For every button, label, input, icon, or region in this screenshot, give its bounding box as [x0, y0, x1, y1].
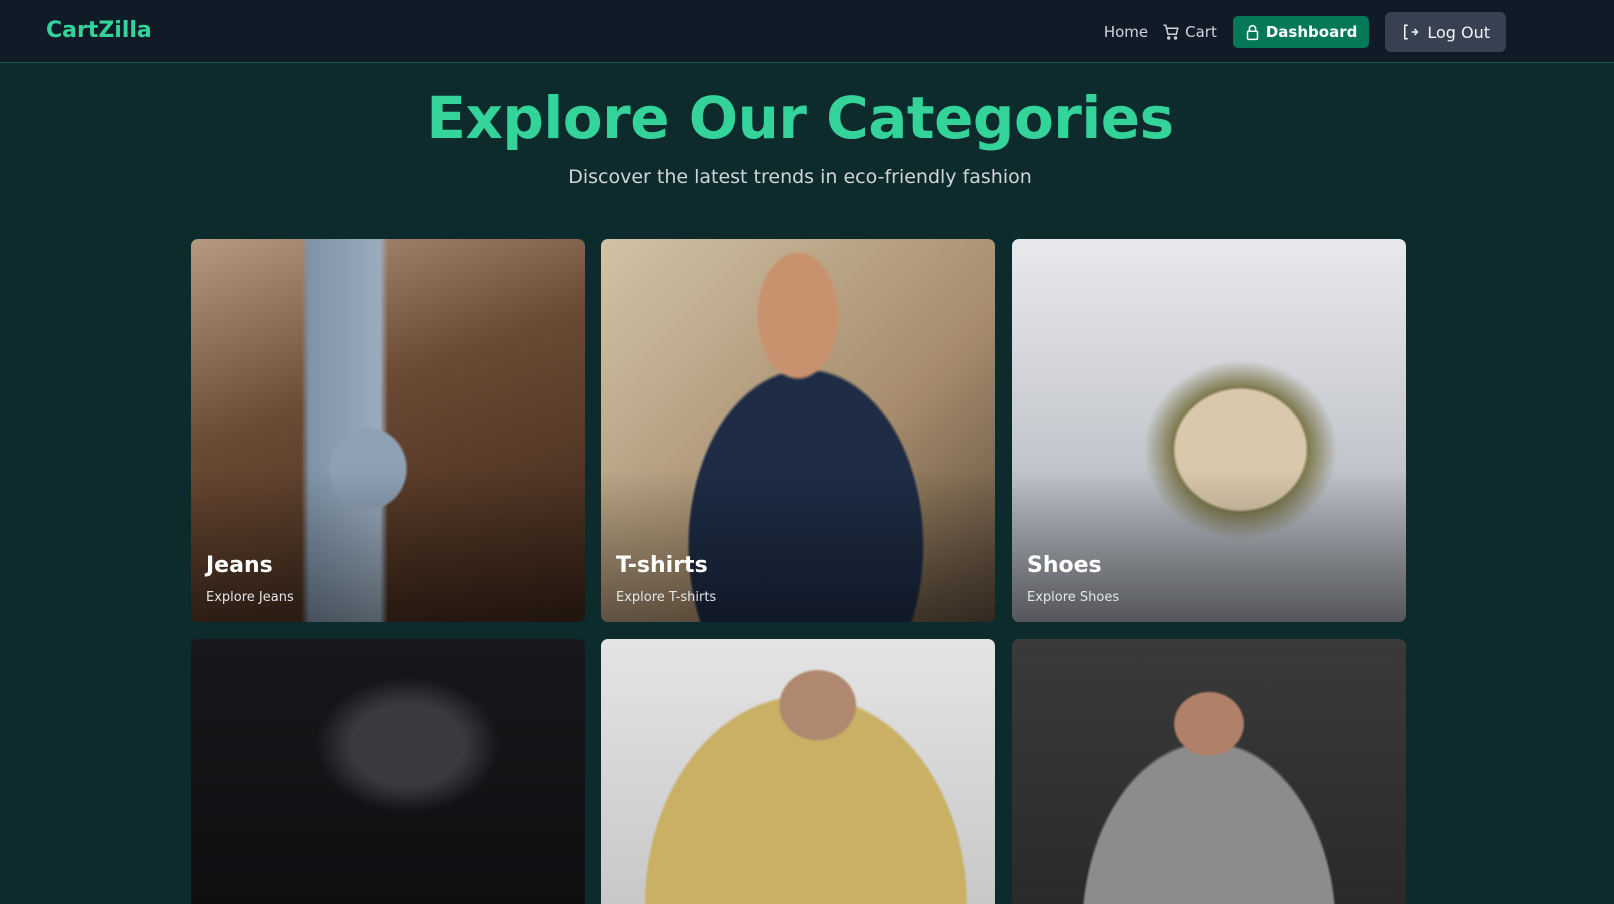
category-link[interactable]: Explore Shoes [1027, 590, 1119, 605]
category-card-shoes[interactable]: Shoes Explore Shoes [1012, 239, 1406, 622]
category-link[interactable]: Explore Jeans [206, 590, 294, 605]
category-card-tshirts[interactable]: T-shirts Explore T-shirts [601, 239, 995, 622]
dashboard-label: Dashboard [1265, 23, 1358, 41]
category-title: T-shirts [616, 553, 708, 578]
dashboard-button[interactable]: Dashboard [1232, 16, 1370, 48]
navbar: CartZilla Home Cart Dashboard Log Out [0, 0, 1614, 63]
logout-label: Log Out [1427, 22, 1490, 42]
nav-cart-link[interactable]: Cart [1162, 23, 1217, 41]
category-card-jackets[interactable] [601, 639, 995, 904]
logout-button[interactable]: Log Out [1385, 12, 1506, 52]
category-link[interactable]: Explore T-shirts [616, 590, 716, 605]
nav-home-link[interactable]: Home [1104, 23, 1148, 41]
cart-icon [1163, 24, 1179, 40]
category-title: Shoes [1027, 553, 1102, 578]
category-card-suits[interactable] [1012, 639, 1406, 904]
logo[interactable]: CartZilla [46, 18, 152, 43]
category-card-jeans[interactable]: Jeans Explore Jeans [191, 239, 585, 622]
home-label: Home [1103, 23, 1149, 41]
cart-label: Cart [1185, 23, 1217, 41]
category-title: Jeans [206, 553, 273, 578]
page-title: Explore Our Categories [426, 84, 1174, 152]
logout-icon [1404, 24, 1419, 40]
lock-icon [1246, 24, 1259, 40]
page-subtitle: Discover the latest trends in eco-friend… [568, 166, 1032, 188]
category-card-glasses[interactable] [191, 639, 585, 904]
